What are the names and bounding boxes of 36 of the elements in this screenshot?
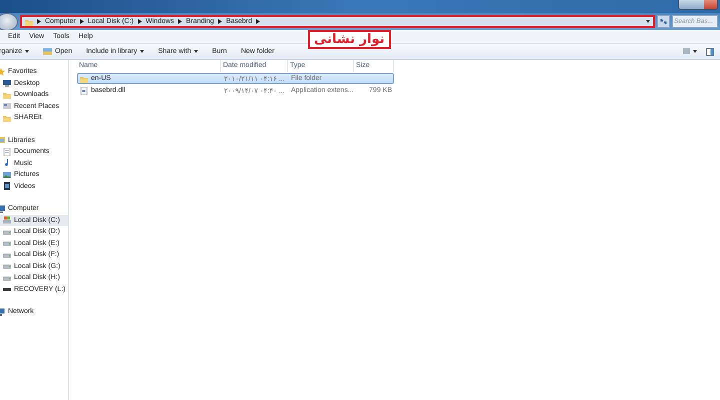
drive-icon (3, 285, 11, 294)
open-icon (42, 47, 52, 56)
folder-icon (3, 90, 11, 99)
chevron-icon (256, 19, 260, 24)
window-icon (3, 102, 11, 110)
drive-icon (3, 228, 11, 236)
caret-icon (24, 50, 29, 53)
music-note-icon (3, 159, 11, 168)
annotation-label: نوار نشانی (308, 30, 391, 49)
chevron-icon (178, 19, 182, 24)
film-icon (3, 182, 11, 190)
folder-icon (80, 74, 88, 82)
caret-icon (140, 50, 144, 53)
document-icon (3, 148, 11, 156)
view-options-icon[interactable] (683, 48, 698, 55)
caret-icon (646, 20, 650, 23)
chevron-icon (218, 19, 222, 24)
drive-icon (3, 274, 11, 282)
preview-pane-icon[interactable] (706, 48, 714, 56)
chevron-icon (138, 19, 142, 24)
refresh-button[interactable] (657, 15, 670, 28)
caret-icon (194, 50, 198, 53)
drive-icon (3, 216, 11, 224)
folder-icon (25, 18, 33, 26)
drive-icon (3, 250, 11, 259)
back-button[interactable] (0, 12, 18, 30)
refresh-icon (660, 18, 667, 25)
desktop-icon (3, 79, 11, 88)
file-icon (80, 86, 88, 94)
window-controls[interactable] (678, 0, 718, 10)
drive-icon (3, 262, 11, 270)
drive-icon (3, 239, 11, 248)
chevron-icon (80, 19, 84, 24)
folder-icon (3, 114, 11, 122)
chevron-icon (37, 19, 41, 24)
picture-icon (3, 170, 11, 179)
